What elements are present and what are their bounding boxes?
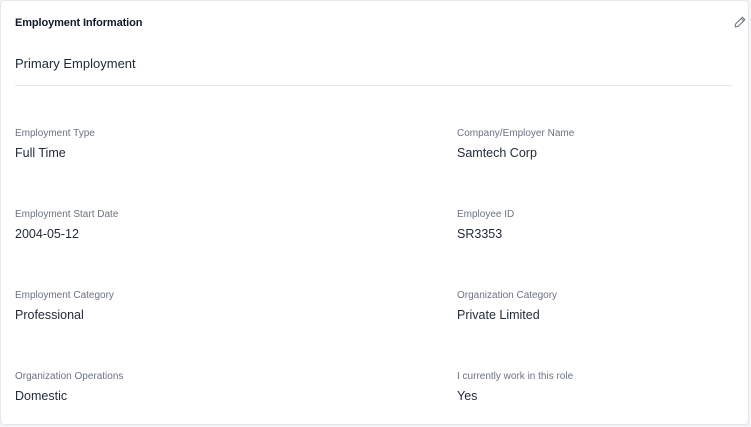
field-label: Organization Operations bbox=[15, 371, 124, 382]
field-label: I currently work in this role bbox=[457, 371, 574, 382]
field-company-name: Company/Employer Name Samtech Corp bbox=[457, 128, 737, 161]
section-divider bbox=[15, 85, 732, 86]
field-value: Professional bbox=[15, 308, 84, 322]
field-label: Employment Type bbox=[15, 128, 95, 139]
card-title: Employment Information bbox=[15, 17, 143, 29]
field-value: Samtech Corp bbox=[457, 146, 537, 160]
field-employment-type: Employment Type Full Time bbox=[15, 128, 295, 161]
field-employment-category: Employment Category Professional bbox=[15, 290, 295, 323]
field-value: SR3353 bbox=[457, 227, 503, 241]
section-title-primary-employment: Primary Employment bbox=[15, 56, 136, 71]
field-employee-id: Employee ID SR3353 bbox=[457, 209, 737, 242]
edit-button[interactable] bbox=[733, 15, 747, 29]
field-employment-start-date: Employment Start Date 2004-05-12 bbox=[15, 209, 295, 242]
field-label: Employee ID bbox=[457, 209, 515, 220]
field-label: Employment Category bbox=[15, 290, 114, 301]
field-value: 2004-05-12 bbox=[15, 227, 79, 241]
field-value: Yes bbox=[457, 389, 478, 403]
field-currently-work-in-role: I currently work in this role Yes bbox=[457, 371, 737, 404]
field-value: Full Time bbox=[15, 146, 66, 160]
field-value: Domestic bbox=[15, 389, 68, 403]
field-value: Private Limited bbox=[457, 308, 540, 322]
pencil-icon bbox=[734, 16, 746, 28]
field-label: Company/Employer Name bbox=[457, 128, 575, 139]
field-label: Employment Start Date bbox=[15, 209, 119, 220]
field-organization-operations: Organization Operations Domestic bbox=[15, 371, 295, 404]
employment-information-card: Employment Information Primary Employmen… bbox=[0, 0, 749, 425]
field-label: Organization Category bbox=[457, 290, 558, 301]
field-organization-category: Organization Category Private Limited bbox=[457, 290, 737, 323]
